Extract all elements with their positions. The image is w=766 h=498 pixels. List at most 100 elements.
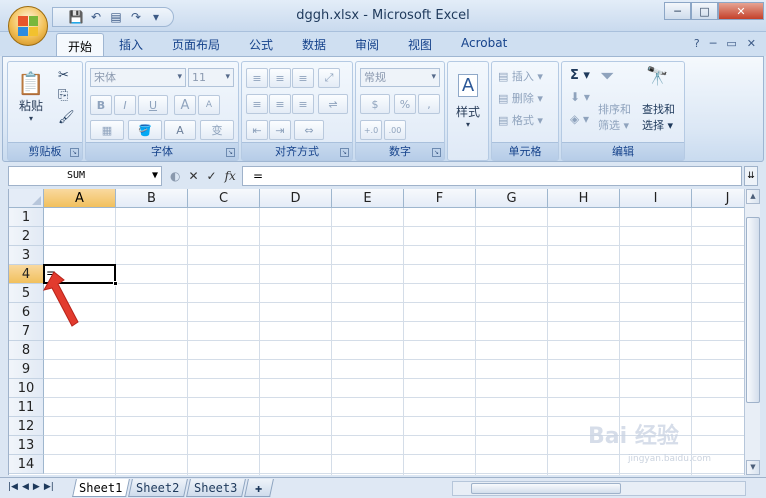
grow-font-button[interactable]: A: [174, 95, 196, 115]
tab-acrobat[interactable]: Acrobat: [461, 36, 507, 50]
help-icon[interactable]: ?: [694, 37, 700, 50]
vertical-scroll-thumb[interactable]: [746, 217, 760, 403]
select-all-button[interactable]: [9, 189, 44, 208]
row-header[interactable]: 2: [9, 227, 44, 246]
align-bottom-icon[interactable]: ≡: [292, 68, 314, 88]
row-header[interactable]: 3: [9, 246, 44, 265]
vertical-scrollbar[interactable]: ▲ ▼: [744, 189, 760, 475]
increase-decimal-icon[interactable]: +.0: [360, 120, 382, 140]
row-header[interactable]: 13: [9, 436, 44, 455]
phonetic-button[interactable]: 变: [200, 120, 234, 140]
comma-button[interactable]: ,: [418, 94, 440, 114]
column-header[interactable]: G: [476, 189, 548, 208]
format-cells-button[interactable]: ▤ 格式 ▾: [498, 112, 543, 128]
wrap-text-icon[interactable]: ⇌: [318, 94, 348, 114]
ribbon-restore-button[interactable]: ▭: [726, 37, 736, 50]
autosum-button[interactable]: Σ ▾: [570, 68, 590, 83]
sheet-tab-sheet2[interactable]: Sheet2: [128, 479, 188, 497]
dialog-launcher-icon[interactable]: ↘: [340, 148, 349, 157]
column-header[interactable]: C: [188, 189, 260, 208]
cut-icon[interactable]: ✂: [58, 68, 69, 83]
delete-cells-button[interactable]: ▤ 删除 ▾: [498, 90, 543, 106]
merge-center-icon[interactable]: ⇔: [294, 120, 324, 140]
tab-home[interactable]: 开始: [56, 33, 105, 57]
column-header[interactable]: D: [260, 189, 332, 208]
column-header[interactable]: F: [404, 189, 476, 208]
underline-button[interactable]: U: [138, 95, 168, 115]
row-header[interactable]: 11: [9, 398, 44, 417]
bold-button[interactable]: B: [90, 95, 112, 115]
row-header[interactable]: 14: [9, 455, 44, 474]
column-header[interactable]: I: [620, 189, 692, 208]
office-button[interactable]: [8, 6, 48, 46]
formula-input[interactable]: =: [242, 166, 742, 186]
align-right-icon[interactable]: ≡: [292, 94, 314, 114]
scroll-down-icon[interactable]: ▼: [746, 460, 760, 475]
styles-button[interactable]: A 样式 ▾: [452, 66, 484, 136]
expand-formula-bar-icon[interactable]: ⇊: [744, 166, 758, 186]
align-left-icon[interactable]: ≡: [246, 94, 268, 114]
maximize-button[interactable]: □: [691, 2, 718, 20]
previous-sheet-button[interactable]: ◀: [22, 482, 29, 492]
decrease-indent-icon[interactable]: ⇤: [246, 120, 268, 140]
column-header[interactable]: E: [332, 189, 404, 208]
fill-color-button[interactable]: 🪣: [128, 120, 162, 140]
tab-view[interactable]: 视图: [408, 36, 432, 53]
row-header[interactable]: 9: [9, 360, 44, 379]
dialog-launcher-icon[interactable]: ↘: [70, 148, 79, 157]
tab-data[interactable]: 数据: [302, 36, 326, 53]
row-header[interactable]: 10: [9, 379, 44, 398]
row-header[interactable]: 4: [9, 265, 44, 284]
last-sheet-button[interactable]: ▶|: [44, 482, 54, 492]
horizontal-scrollbar[interactable]: [452, 481, 746, 496]
sheet-tab-sheet1[interactable]: Sheet1: [72, 479, 130, 497]
font-color-button[interactable]: A: [164, 120, 196, 140]
row-header[interactable]: 1: [9, 208, 44, 227]
paste-button[interactable]: 📋 粘贴 ▾: [14, 66, 48, 128]
percent-button[interactable]: %: [394, 94, 416, 114]
row-header[interactable]: 5: [9, 284, 44, 303]
format-painter-icon[interactable]: 🖌: [58, 110, 75, 125]
cancel-entry-button[interactable]: ✕: [188, 169, 198, 183]
row-header[interactable]: 12: [9, 417, 44, 436]
ribbon-minimize-button[interactable]: ─: [710, 37, 717, 50]
formula-options-icon[interactable]: ◐: [170, 169, 180, 183]
currency-icon[interactable]: $: [360, 94, 390, 114]
number-format-select[interactable]: 常规: [360, 68, 440, 87]
minimize-button[interactable]: ─: [664, 2, 691, 20]
fill-handle[interactable]: [113, 281, 118, 286]
align-center-icon[interactable]: ≡: [269, 94, 291, 114]
copy-icon[interactable]: ⎘: [58, 88, 68, 103]
row-header[interactable]: 7: [9, 322, 44, 341]
column-header[interactable]: B: [116, 189, 188, 208]
font-size-select[interactable]: 11: [188, 68, 234, 87]
align-top-icon[interactable]: ≡: [246, 68, 268, 88]
dialog-launcher-icon[interactable]: ↘: [226, 148, 235, 157]
confirm-entry-button[interactable]: ✓: [207, 169, 217, 183]
row-header[interactable]: 8: [9, 341, 44, 360]
clear-button[interactable]: ◈ ▾: [570, 112, 589, 126]
first-sheet-button[interactable]: |◀: [8, 482, 18, 492]
dialog-launcher-icon[interactable]: ↘: [432, 148, 441, 157]
shrink-font-button[interactable]: A: [198, 95, 220, 115]
column-header[interactable]: H: [548, 189, 620, 208]
column-header[interactable]: J: [692, 189, 744, 208]
column-header[interactable]: A: [44, 189, 116, 208]
insert-sheet-button[interactable]: ✚: [244, 479, 274, 497]
find-select-button[interactable]: 查找和 选择 ▾: [642, 102, 675, 134]
orientation-icon[interactable]: ⤢: [318, 68, 340, 88]
ribbon-close-button[interactable]: ✕: [747, 37, 756, 50]
borders-button[interactable]: ▦: [90, 120, 124, 140]
insert-cells-button[interactable]: ▤ 插入 ▾: [498, 68, 543, 84]
sheet-tab-sheet3[interactable]: Sheet3: [186, 479, 246, 497]
increase-indent-icon[interactable]: ⇥: [269, 120, 291, 140]
name-box[interactable]: SUM ▼: [8, 166, 162, 186]
align-middle-icon[interactable]: ≡: [269, 68, 291, 88]
insert-function-button[interactable]: fx: [225, 169, 236, 183]
tab-page-layout[interactable]: 页面布局: [172, 36, 220, 53]
close-button[interactable]: ✕: [718, 2, 764, 20]
scroll-up-icon[interactable]: ▲: [746, 189, 760, 204]
row-header[interactable]: 6: [9, 303, 44, 322]
decrease-decimal-icon[interactable]: .00: [384, 120, 406, 140]
tab-insert[interactable]: 插入: [119, 36, 143, 53]
